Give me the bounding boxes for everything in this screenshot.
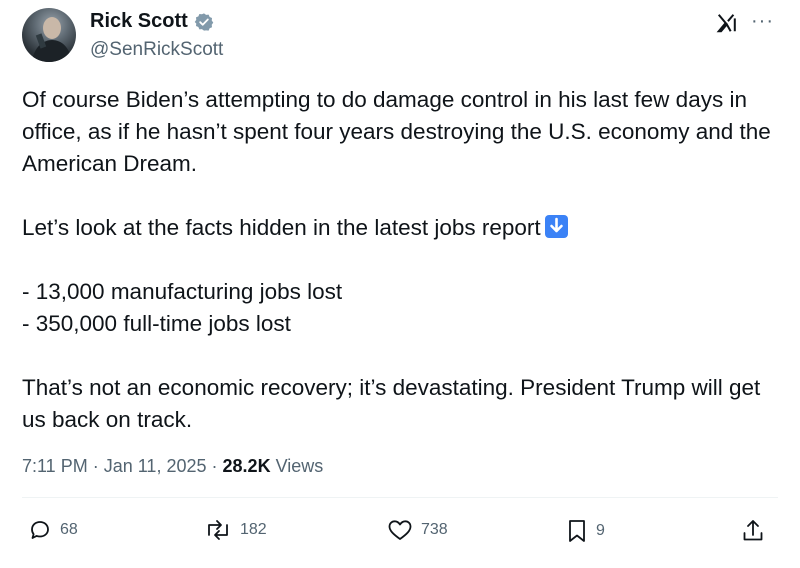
tweet-paragraph: That’s not an economic recovery; it’s de… — [22, 375, 767, 432]
reply-count: 68 — [60, 521, 78, 538]
reply-icon — [28, 518, 52, 542]
like-count: 738 — [421, 521, 448, 538]
bookmark-count: 9 — [596, 522, 605, 539]
tweet-meta: 7:11 PM · Jan 11, 2025 · 28.2K Views — [22, 456, 323, 477]
meta-separator: · — [211, 456, 218, 476]
retweet-count: 182 — [240, 521, 267, 538]
views-label: Views — [275, 456, 324, 476]
author-handle[interactable]: @SenRickScott — [90, 39, 223, 61]
avatar[interactable] — [22, 8, 76, 62]
meta-separator: · — [92, 456, 99, 476]
retweet-icon — [204, 518, 232, 542]
tweet-text: Of course Biden’s attempting to do damag… — [22, 84, 782, 436]
tweet-time[interactable]: 7:11 PM — [22, 456, 88, 476]
heart-icon — [387, 518, 413, 542]
tweet-paragraph: Of course Biden’s attempting to do damag… — [22, 87, 776, 176]
like-button[interactable]: 738 — [387, 518, 448, 542]
tweet-date[interactable]: Jan 11, 2025 — [104, 456, 207, 476]
retweet-button[interactable]: 182 — [204, 518, 267, 542]
bookmark-icon — [566, 518, 588, 544]
tweet-paragraph: - 13,000 manufacturing jobs lost - 350,0… — [22, 279, 343, 336]
down-arrow-emoji-icon — [544, 215, 568, 238]
share-icon — [741, 518, 765, 544]
share-button[interactable] — [741, 518, 765, 544]
action-bar: 68 182 738 9 — [0, 518, 800, 554]
bookmark-button[interactable]: 9 — [566, 518, 605, 544]
tweet-paragraph-row: Let’s look at the facts hidden in the la… — [22, 212, 782, 244]
reply-button[interactable]: 68 — [28, 518, 78, 542]
verified-badge-icon — [194, 12, 214, 32]
divider — [22, 497, 778, 498]
author-name[interactable]: Rick Scott — [90, 10, 188, 33]
tweet-paragraph: Let’s look at the facts hidden in the la… — [22, 215, 541, 240]
x-logo-icon[interactable] — [716, 12, 738, 34]
tweet-card: Rick Scott @SenRickScott ··· Of course B… — [0, 0, 800, 568]
author-name-row: Rick Scott — [90, 10, 214, 33]
views-count: 28.2K — [222, 456, 271, 476]
more-icon[interactable]: ··· — [751, 10, 774, 33]
